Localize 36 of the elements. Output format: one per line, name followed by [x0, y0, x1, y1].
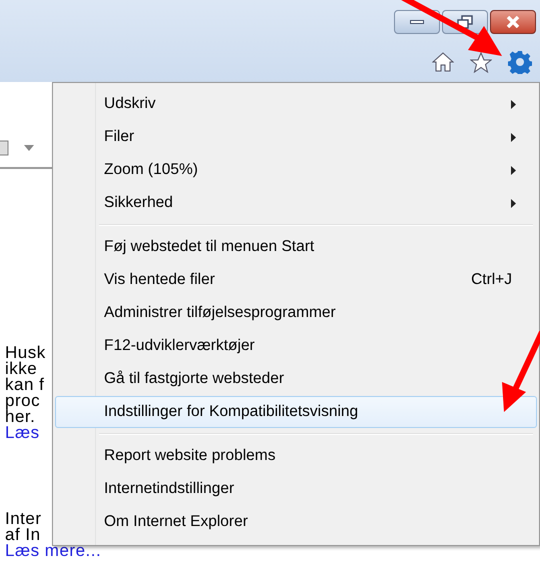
submenu-arrow-icon	[511, 132, 516, 142]
submenu-arrow-icon	[511, 100, 516, 108]
menu-item[interactable]: Zoom (105%)	[55, 154, 537, 186]
menu-item[interactable]: Vis hentede filer Ctrl+J	[55, 264, 537, 296]
menu-item[interactable]: Indstillinger for Kompatibilitetsvisning	[55, 396, 537, 428]
page-text: proc	[5, 393, 40, 409]
submenu-arrow-icon	[511, 198, 516, 208]
dropdown-arrow-icon[interactable]	[24, 145, 34, 151]
shortcut-label: Ctrl+J	[471, 270, 512, 290]
menu-item[interactable]: Internetindstillinger	[55, 473, 537, 505]
minimize-button[interactable]	[394, 10, 440, 34]
read-more-link[interactable]: Læs mere...	[5, 543, 102, 559]
submenu-arrow-icon	[511, 166, 516, 174]
page-icon	[0, 140, 10, 156]
star-icon[interactable]	[470, 52, 492, 72]
menu-item[interactable]: F12-udviklerværktøjer	[55, 330, 537, 362]
menu-item[interactable]: Udskriv	[55, 88, 537, 120]
menu-item[interactable]: Om Internet Explorer	[55, 506, 537, 538]
menu-item[interactable]: Føj webstedet til menuen Start	[55, 231, 537, 263]
menu-item[interactable]: Filer	[55, 121, 537, 153]
close-button[interactable]	[490, 10, 536, 34]
menu-item[interactable]: Report website problems	[55, 440, 537, 472]
menu-item[interactable]: Sikkerhed	[55, 187, 537, 219]
page-text: ikke	[5, 361, 38, 377]
page-text: af In	[5, 527, 41, 543]
menu-item[interactable]: Gå til fastgjorte websteder	[55, 363, 537, 395]
read-more-link[interactable]: Læs	[5, 425, 40, 441]
close-icon	[505, 16, 521, 28]
restore-icon	[456, 15, 474, 29]
home-icon[interactable]	[432, 52, 454, 72]
menu-item[interactable]: Administrer tilføjelsesprogrammer	[55, 297, 537, 329]
page-text: Inter	[5, 511, 42, 527]
page-text: Husk	[5, 345, 46, 361]
settings-icon[interactable]	[508, 50, 532, 74]
page-text: her.	[5, 409, 36, 425]
page-text: kan f	[5, 377, 44, 393]
